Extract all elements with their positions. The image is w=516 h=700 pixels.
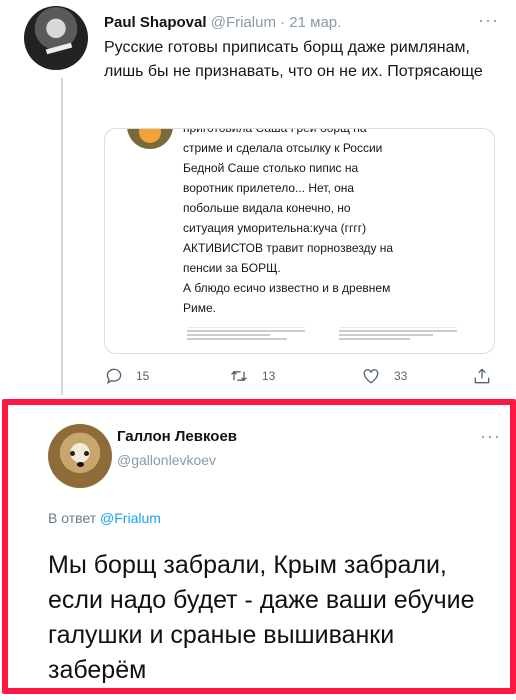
tweet-date[interactable]: 21 мар. (289, 14, 341, 31)
quoted-line: побольше видала конечно, но (183, 201, 351, 215)
thread-line (61, 78, 63, 396)
retweet-action[interactable]: 13 (228, 366, 275, 386)
quoted-line: А блюдо есичо известно и в древнем (183, 281, 391, 295)
author-handle[interactable]: @Frialum (211, 14, 276, 31)
quoted-line: АКТИВИСТОВ травит порнозвезду на (183, 241, 394, 255)
embedded-screenshot-right (339, 327, 457, 350)
reply-icon (106, 368, 122, 385)
heart-icon (363, 369, 379, 384)
quoted-line: воротник прилетело... Нет, она (183, 181, 355, 195)
quoted-line: Бедной Саше столько пипис на (183, 161, 359, 175)
quoted-avatar (127, 129, 173, 149)
quoted-text-cut-line: приготовила Саша Грей борщ на (183, 128, 367, 135)
reply-text: Мы борщ забрали, Крым забрали, если надо… (48, 551, 475, 684)
avatar[interactable] (24, 6, 88, 70)
tweet-text: Русские готовы приписать борщ даже римля… (104, 39, 483, 80)
share-action[interactable] (472, 366, 492, 386)
quoted-tweet[interactable]: приготовила Саша Грей борщ на стриме и с… (104, 128, 495, 354)
tweet-actions: 15 13 33 (104, 366, 494, 390)
reply-action[interactable]: 15 (104, 366, 149, 386)
like-action[interactable]: 33 (360, 366, 407, 386)
replying-prefix: В ответ (48, 510, 97, 526)
separator-dot: · (280, 14, 286, 31)
embedded-screenshot-left (187, 327, 305, 350)
reply-count: 15 (136, 369, 150, 383)
tweet-header: Paul Shapoval @Frialum · 21 мар. (104, 14, 341, 31)
author-name[interactable]: Paul Shapoval (104, 14, 207, 31)
reply-avatar[interactable] (48, 424, 112, 488)
quoted-line: пенсии за БОРЩ. (183, 261, 281, 275)
quoted-text: приготовила Саша Грей борщ на стриме и с… (183, 129, 483, 318)
reply-author-handle[interactable]: @gallonlevkoev (117, 452, 216, 468)
like-count: 33 (394, 369, 408, 383)
more-icon[interactable]: ··· (478, 10, 499, 31)
retweet-icon (231, 370, 247, 382)
quoted-line: ситуация уморительна:куча (гггг) (183, 221, 367, 235)
replying-to-link[interactable]: @Frialum (100, 510, 161, 526)
replying-to: В ответ @Frialum (48, 510, 161, 526)
retweet-count: 13 (262, 369, 276, 383)
quoted-line: Риме. (183, 301, 216, 315)
reply-author-name[interactable]: Галлон Левкоев (117, 428, 237, 445)
reply-more-icon[interactable]: ··· (480, 426, 501, 447)
share-icon (474, 368, 490, 384)
quoted-line: стриме и сделала отсылку к России (183, 141, 383, 155)
